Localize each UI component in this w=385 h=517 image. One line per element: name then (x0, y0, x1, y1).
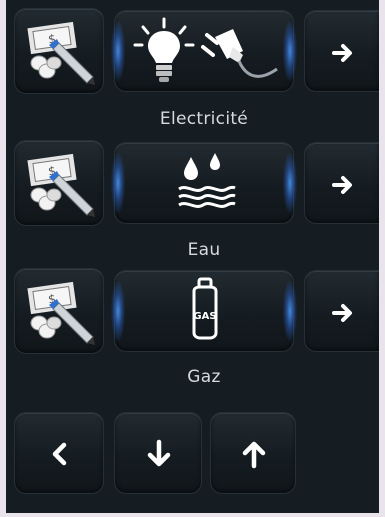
arrow-up-icon (242, 441, 266, 469)
arrow-right-icon (332, 304, 352, 322)
gas-label: Gaz (187, 367, 221, 387)
water-next-button[interactable] (304, 142, 379, 224)
water-icon (178, 153, 236, 208)
light-bulb-icon (133, 17, 195, 82)
arrow-down-icon (147, 439, 171, 467)
gas-meter-button[interactable]: GAS (111, 270, 297, 352)
electricity-meter-button[interactable] (111, 10, 297, 92)
electricity-next-button[interactable] (304, 10, 379, 92)
arrow-right-icon (332, 44, 352, 62)
pay-water-button[interactable]: $ (14, 140, 104, 226)
power-plug-icon (201, 29, 278, 78)
gas-bottle-icon: GAS (192, 277, 218, 340)
gas-next-button[interactable] (304, 270, 379, 352)
back-button[interactable] (14, 412, 104, 494)
water-label: Eau (187, 240, 221, 260)
arrow-right-icon (332, 176, 352, 194)
pay-gas-button[interactable]: $ (14, 268, 104, 354)
bill-and-coins-pencil-icon: $ (27, 21, 95, 85)
scroll-down-button[interactable] (114, 412, 202, 494)
gas-bottle-text: GAS (193, 311, 216, 322)
water-meter-button[interactable] (111, 142, 297, 224)
electricity-label: Electricité (159, 109, 249, 129)
pay-electricity-button[interactable]: $ (14, 8, 104, 94)
utility-panel: $ Electricité $ Eau $ GAS Gaz (6, 0, 379, 513)
chevron-left-icon (52, 442, 67, 466)
bill-and-coins-pencil-icon: $ (27, 281, 95, 345)
scroll-up-button[interactable] (210, 412, 296, 494)
bill-and-coins-pencil-icon: $ (27, 153, 95, 217)
